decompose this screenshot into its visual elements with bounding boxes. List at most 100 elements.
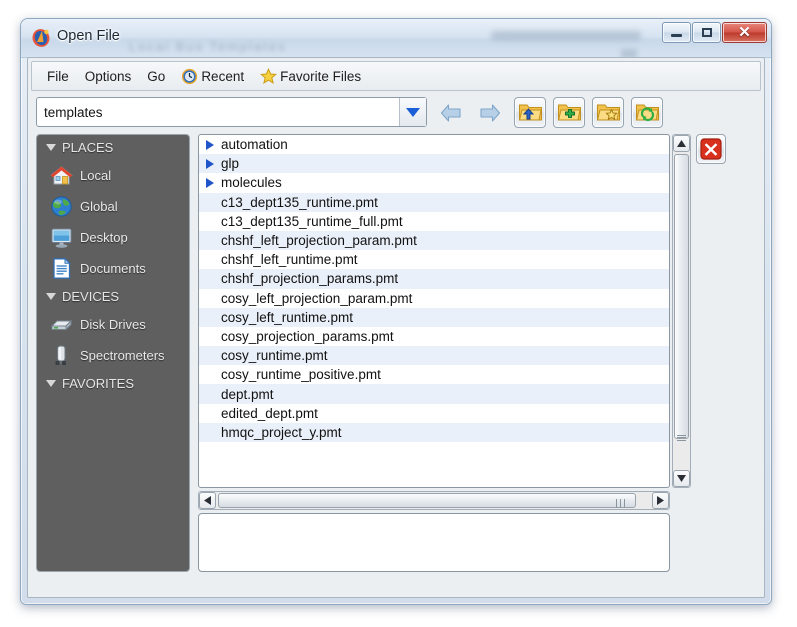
minimize-button[interactable] — [662, 22, 691, 43]
file-list-file-row[interactable]: c13_dept135_runtime_full.pmt — [199, 212, 669, 231]
window-titlebar[interactable]: Local Bus Templates Open File ✕ — [21, 19, 771, 59]
menu-item-file-label: File — [47, 68, 69, 84]
folder-up-icon — [518, 104, 542, 121]
file-list-row-label: chshf_projection_params.pmt — [221, 271, 399, 287]
sidebar-section-places-label: PLACES — [62, 140, 114, 155]
app-logo-icon — [32, 29, 50, 47]
path-combobox[interactable]: templates — [36, 97, 427, 127]
arrow-left-icon — [440, 103, 461, 122]
menu-item-recent[interactable]: Recent — [174, 65, 251, 88]
file-list-folder-row[interactable]: automation — [199, 135, 669, 154]
dialog-client-area: File Options Go Recent Favorite Files te… — [27, 57, 765, 598]
file-list-row-label: c13_dept135_runtime.pmt — [221, 194, 378, 210]
file-list-file-row[interactable]: dept.pmt — [199, 384, 669, 404]
sidebar-item-documents[interactable]: Documents — [37, 253, 189, 284]
folder-refresh-icon — [635, 104, 659, 122]
menu-item-go[interactable]: Go — [140, 66, 172, 87]
file-list-file-row[interactable]: edited_dept.pmt — [199, 404, 669, 423]
triangle-up-icon — [677, 140, 686, 147]
selected-file-panel[interactable] — [198, 513, 670, 572]
close-button[interactable]: ✕ — [722, 22, 767, 43]
cancel-button[interactable] — [696, 134, 726, 164]
monitor-icon — [51, 228, 72, 248]
sidebar-section-devices[interactable]: DEVICES — [37, 284, 189, 309]
file-list-horizontal-scrollbar[interactable] — [198, 491, 670, 510]
sidebar-section-favorites[interactable]: FAVORITES — [37, 371, 189, 396]
clock-icon — [182, 68, 198, 84]
file-list-folder-row[interactable]: glp — [199, 154, 669, 174]
file-list-file-row[interactable]: c13_dept135_runtime.pmt — [199, 192, 669, 212]
window-title: Open File — [57, 28, 120, 44]
file-list-file-row[interactable]: cosy_projection_params.pmt — [199, 327, 669, 346]
sidebar-item-global-label: Global — [80, 199, 118, 214]
file-list-file-row[interactable]: hmqc_project_y.pmt — [199, 422, 669, 442]
file-list-row-label: cosy_left_projection_param.pmt — [221, 290, 413, 306]
refresh-folder-button[interactable] — [631, 97, 663, 128]
menu-item-recent-label: Recent — [201, 68, 245, 84]
forward-button[interactable] — [474, 97, 506, 128]
main-panel: PLACES Local Global Desktop Documents DE… — [31, 132, 761, 594]
menu-item-file[interactable]: File — [40, 66, 76, 87]
file-list-file-row[interactable]: chshf_left_runtime.pmt — [199, 250, 669, 269]
file-list-file-row[interactable]: cosy_runtime_positive.pmt — [199, 365, 669, 384]
expand-triangle-icon — [206, 158, 214, 169]
file-list-vertical-scrollbar[interactable] — [672, 134, 691, 488]
open-file-window: Local Bus Templates Open File ✕ File Opt… — [20, 18, 772, 605]
triangle-left-icon — [204, 496, 211, 505]
sidebar-section-devices-label: DEVICES — [62, 289, 120, 304]
sidebar-section-favorites-label: FAVORITES — [62, 376, 134, 391]
menu-item-options[interactable]: Options — [78, 66, 139, 87]
file-list-file-row[interactable]: cosy_left_runtime.pmt — [199, 307, 669, 327]
vertical-scroll-thumb[interactable] — [674, 154, 689, 439]
file-list[interactable]: automation glp molecules c13_dept135_runtim… — [198, 134, 670, 488]
path-toolbar-row: templates — [31, 95, 761, 131]
chevron-down-icon — [46, 144, 56, 151]
back-button[interactable] — [435, 97, 467, 128]
chevron-down-icon — [406, 107, 420, 117]
file-list-folder-row[interactable]: molecules — [199, 173, 669, 192]
scroll-right-button[interactable] — [652, 492, 669, 509]
path-dropdown-button[interactable] — [399, 98, 426, 126]
minimize-icon — [671, 34, 682, 37]
scroll-up-button[interactable] — [673, 135, 690, 152]
sidebar-item-global[interactable]: Global — [37, 191, 189, 222]
maximize-button[interactable] — [692, 22, 721, 43]
sidebar-item-desktop-label: Desktop — [80, 230, 128, 245]
house-icon — [50, 166, 73, 185]
menubar: File Options Go Recent Favorite Files — [31, 61, 761, 91]
scroll-down-button[interactable] — [673, 470, 690, 487]
folder-add-icon — [557, 104, 581, 121]
arrow-right-icon — [480, 103, 501, 122]
close-icon: ✕ — [738, 24, 751, 41]
scroll-left-button[interactable] — [199, 492, 216, 509]
menu-item-favorite-files-label: Favorite Files — [280, 68, 362, 84]
horizontal-scroll-thumb[interactable] — [218, 493, 636, 508]
file-list-file-row[interactable]: chshf_projection_params.pmt — [199, 269, 669, 289]
file-list-file-row[interactable]: chshf_left_projection_param.pmt — [199, 230, 669, 251]
sidebar-item-spectrometers[interactable]: Spectrometers — [37, 340, 189, 371]
new-folder-button[interactable] — [553, 97, 585, 128]
file-list-row-label: edited_dept.pmt — [221, 405, 318, 421]
path-input[interactable]: templates — [37, 105, 399, 120]
file-list-row-label: cosy_runtime.pmt — [221, 348, 328, 364]
titlebar-ghost-block — [491, 31, 641, 40]
sidebar-item-desktop[interactable]: Desktop — [37, 222, 189, 253]
sidebar-item-spectrometers-label: Spectrometers — [80, 348, 165, 363]
spectrometer-icon — [55, 345, 66, 365]
file-list-file-row[interactable]: cosy_left_projection_param.pmt — [199, 289, 669, 308]
triangle-right-icon — [657, 496, 664, 505]
favorite-folder-button[interactable] — [592, 97, 624, 128]
sidebar-item-disk-drives[interactable]: Disk Drives — [37, 309, 189, 340]
sidebar: PLACES Local Global Desktop Documents DE… — [36, 134, 190, 572]
file-list-row-label: molecules — [221, 175, 282, 191]
menu-item-favorite-files[interactable]: Favorite Files — [253, 65, 368, 88]
sidebar-section-places[interactable]: PLACES — [37, 135, 189, 160]
expand-triangle-icon — [206, 177, 214, 188]
sidebar-item-local[interactable]: Local — [37, 160, 189, 191]
file-list-row-label: automation — [221, 137, 288, 153]
globe-icon — [51, 196, 72, 217]
parent-folder-button[interactable] — [514, 97, 546, 128]
document-icon — [53, 257, 71, 279]
folder-star-icon — [596, 104, 620, 121]
file-list-file-row[interactable]: cosy_runtime.pmt — [199, 346, 669, 366]
